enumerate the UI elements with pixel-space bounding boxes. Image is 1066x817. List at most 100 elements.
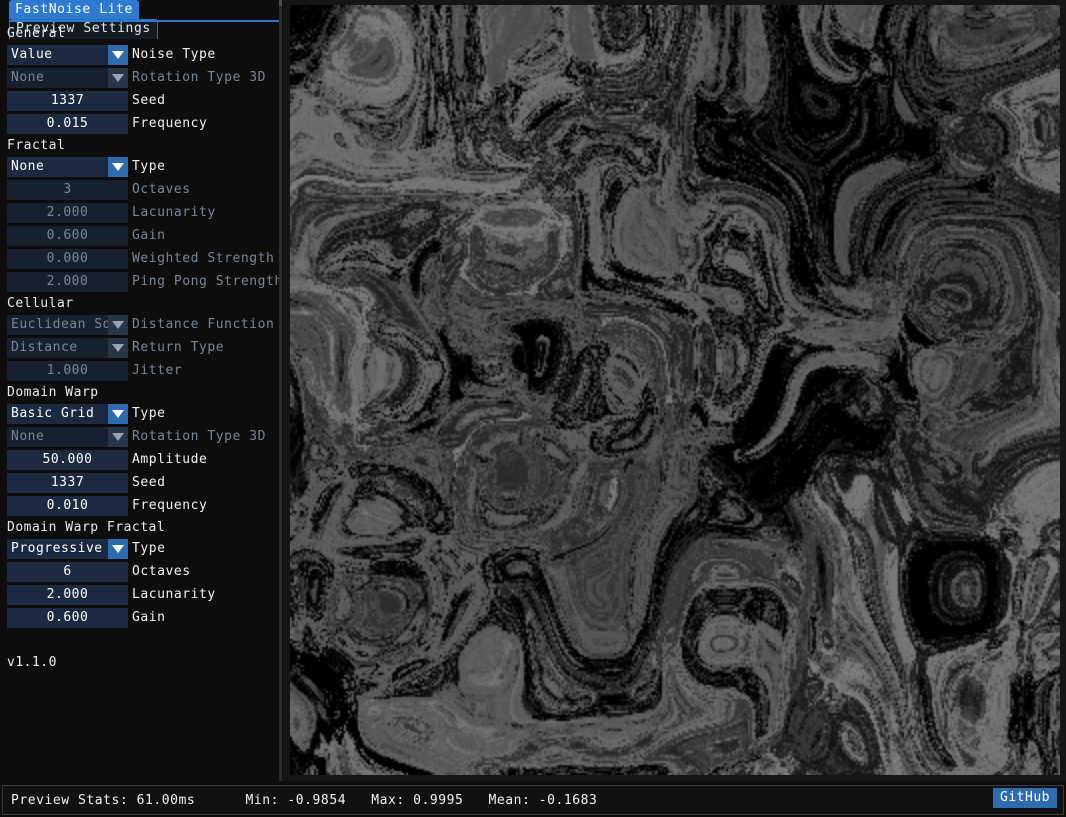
number-field-weighted-strength: 0.000 [7, 249, 128, 269]
field-value: Basic Grid [11, 406, 95, 421]
control-label: Gain [132, 228, 166, 243]
number-field-seed[interactable]: 1337 [7, 473, 128, 493]
field-value: Distance [11, 340, 78, 355]
panel-divider-top-seam [279, 0, 282, 6]
field-value: 0.600 [46, 228, 89, 243]
field-value: 6 [63, 564, 72, 579]
control-row: 2.000 Lacunarity [0, 584, 279, 607]
control-label: Return Type [132, 340, 225, 355]
control-label: Jitter [132, 363, 183, 378]
control-label: Frequency [132, 116, 208, 131]
field-value: 0.010 [46, 498, 89, 513]
control-row: 2.000 Lacunarity [0, 202, 279, 225]
control-row: Value Noise Type [0, 44, 279, 67]
field-value: 2.000 [46, 587, 89, 602]
control-row: 0.600 Gain [0, 225, 279, 248]
preview-area [283, 0, 1066, 781]
chevron-down-icon[interactable] [108, 45, 128, 65]
number-field-lacunarity: 2.000 [7, 203, 128, 223]
control-label: Seed [132, 93, 166, 108]
control-label: Seed [132, 475, 166, 490]
section-header-cellular: Cellular [7, 296, 74, 311]
field-value: 1337 [50, 475, 85, 490]
panel-divider[interactable] [279, 0, 282, 781]
control-row: Basic Grid Type [0, 403, 279, 426]
field-value: 0.600 [46, 610, 89, 625]
dropdown-type[interactable]: None [7, 157, 128, 177]
field-value: 0.015 [46, 116, 89, 131]
control-row: 6 Octaves [0, 561, 279, 584]
dropdown-rotation-type-3d: None [7, 68, 128, 88]
version-label: v1.1.0 [7, 655, 57, 670]
field-value: Euclidean Sq [11, 317, 108, 332]
chevron-down-icon [108, 68, 128, 88]
control-list: General Value Noise Type None Rotation Type … [0, 21, 279, 630]
chevron-down-icon [108, 315, 128, 335]
status-panel: Preview Stats: 61.00ms Min: -0.9854 Max:… [2, 785, 1064, 815]
control-label: Frequency [132, 498, 208, 513]
control-label: Amplitude [132, 452, 208, 467]
number-field-frequency[interactable]: 0.010 [7, 496, 128, 516]
control-row: None Rotation Type 3D [0, 426, 279, 449]
dropdown-distance-function: Euclidean Sq [7, 315, 128, 335]
dropdown-return-type: Distance [7, 338, 128, 358]
field-value: 50.000 [42, 452, 93, 467]
control-row: 0.000 Weighted Strength [0, 248, 279, 271]
chevron-down-icon[interactable] [108, 404, 128, 424]
control-row: Distance Return Type [0, 337, 279, 360]
control-row: 0.015 Frequency [0, 113, 279, 136]
control-label: Lacunarity [132, 587, 216, 602]
chevron-down-icon[interactable] [108, 157, 128, 177]
control-row: 50.000 Amplitude [0, 449, 279, 472]
tab-fastnoise-lite[interactable]: FastNoise Lite [9, 0, 139, 19]
chevron-down-icon [108, 338, 128, 358]
field-value: Value [11, 47, 53, 62]
field-value: Progressive [11, 541, 103, 556]
control-label: Lacunarity [132, 205, 216, 220]
control-label: Type [132, 159, 166, 174]
field-value: 2.000 [46, 274, 89, 289]
fastnoise-lite-window: FastNoise LitePreview Settings General Va… [0, 0, 1066, 817]
control-row: 2.000 Ping Pong Strength [0, 271, 279, 294]
number-field-amplitude[interactable]: 50.000 [7, 450, 128, 470]
control-row: 1337 Seed [0, 472, 279, 495]
noise-preview-image[interactable] [290, 5, 1060, 775]
status-bar: Preview Stats: 61.00ms Min: -0.9854 Max:… [0, 781, 1066, 817]
dropdown-type[interactable]: Basic Grid [7, 404, 128, 424]
control-label: Octaves [132, 564, 191, 579]
number-field-gain: 0.600 [7, 226, 128, 246]
control-label: Rotation Type 3D [132, 429, 267, 444]
control-label: Gain [132, 610, 166, 625]
chevron-down-icon[interactable] [108, 539, 128, 559]
chevron-down-icon [108, 427, 128, 447]
control-row: None Rotation Type 3D [0, 67, 279, 90]
number-field-gain[interactable]: 0.600 [7, 608, 128, 628]
number-field-octaves: 3 [7, 180, 128, 200]
field-value: None [11, 70, 45, 85]
control-row: 3 Octaves [0, 179, 279, 202]
number-field-lacunarity[interactable]: 2.000 [7, 585, 128, 605]
tab-bar: FastNoise LitePreview Settings [0, 0, 279, 39]
number-field-seed[interactable]: 1337 [7, 91, 128, 111]
number-field-frequency[interactable]: 0.015 [7, 114, 128, 134]
field-value: 1337 [50, 93, 85, 108]
control-label: Type [132, 406, 166, 421]
control-label: Weighted Strength [132, 251, 275, 266]
control-row: 1337 Seed [0, 90, 279, 113]
section-header-general: General [7, 26, 66, 41]
control-row: Euclidean Sq Distance Function [0, 314, 279, 337]
number-field-octaves[interactable]: 6 [7, 562, 128, 582]
field-value: 0.000 [46, 251, 89, 266]
github-button[interactable]: GitHub [993, 788, 1057, 808]
control-label: Noise Type [132, 47, 216, 62]
control-row: 0.010 Frequency [0, 495, 279, 518]
section-header-fractal: Fractal [7, 138, 66, 153]
section-header-domain-warp-fractal: Domain Warp Fractal [7, 520, 166, 535]
dropdown-noise-type[interactable]: Value [7, 45, 128, 65]
control-label: Type [132, 541, 166, 556]
field-value: 2.000 [46, 205, 89, 220]
control-label: Rotation Type 3D [132, 70, 267, 85]
dropdown-type[interactable]: Progressive [7, 539, 128, 559]
control-label: Ping Pong Strength [132, 274, 279, 289]
field-value: None [11, 429, 45, 444]
